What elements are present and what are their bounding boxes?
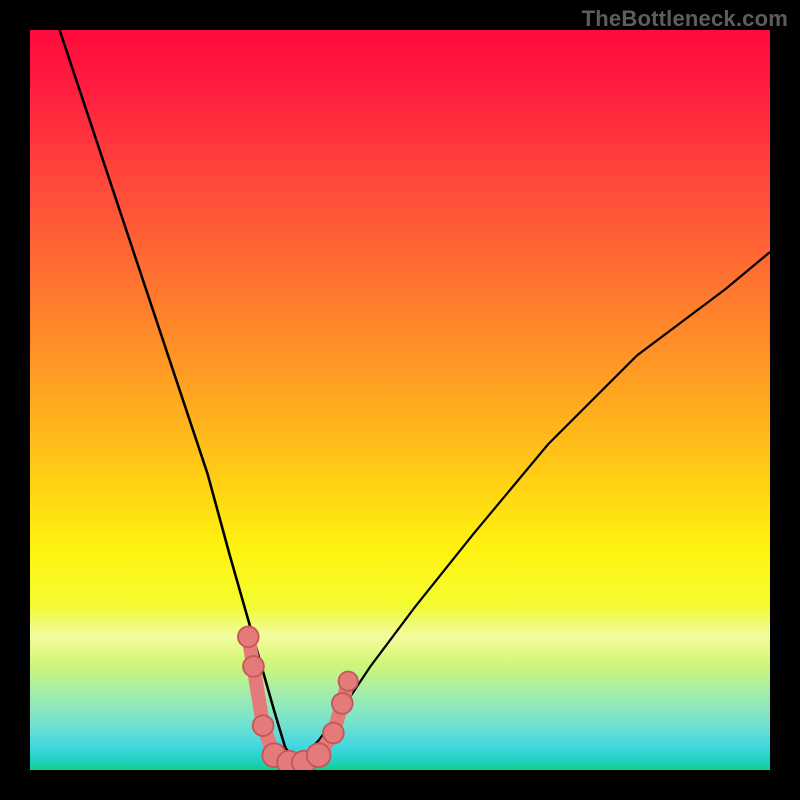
data-marker <box>243 656 264 677</box>
chart-svg <box>30 30 770 770</box>
curve-right-branch <box>296 252 770 763</box>
data-marker <box>253 715 274 736</box>
watermark-text: TheBottleneck.com <box>582 6 788 32</box>
data-marker <box>323 723 344 744</box>
data-marker <box>332 693 353 714</box>
plot-area <box>30 30 770 770</box>
data-marker <box>339 672 358 691</box>
data-marker <box>307 743 331 767</box>
data-marker <box>238 626 259 647</box>
curve-left-branch <box>60 30 297 763</box>
chart-stage: TheBottleneck.com <box>0 0 800 800</box>
